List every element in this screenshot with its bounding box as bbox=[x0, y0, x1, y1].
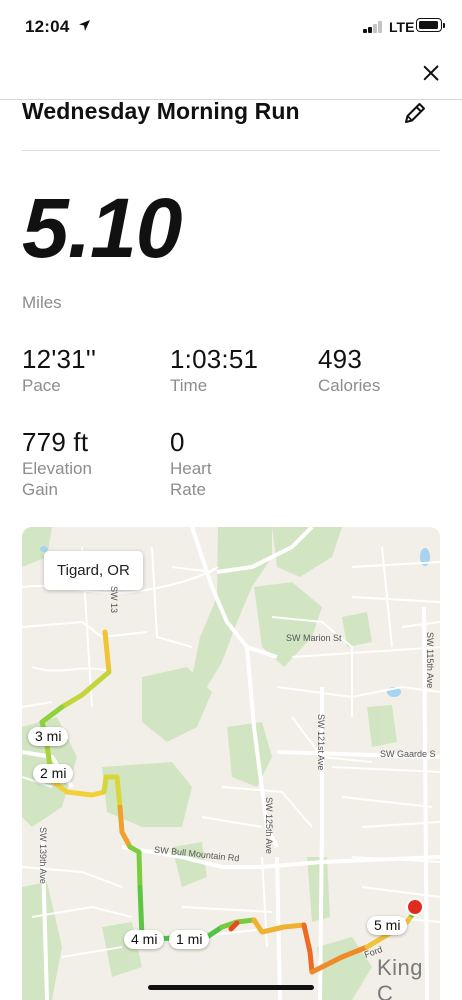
street-gaarde: SW Gaarde S bbox=[380, 749, 436, 759]
mile-marker-3: 3 mi bbox=[28, 727, 69, 746]
street-115th: SW 115th Ave bbox=[425, 632, 435, 689]
pace-label: Pace bbox=[22, 376, 61, 395]
street-125th: SW 125th Ave bbox=[264, 797, 274, 854]
network-type: LTE bbox=[389, 19, 415, 35]
mile-marker-2: 2 mi bbox=[33, 764, 74, 783]
status-bar: 12:04 LTE bbox=[0, 0, 462, 56]
elevation-label: Elevation Gain bbox=[22, 459, 92, 499]
map-place-tag: Tigard, OR bbox=[44, 551, 143, 590]
route-map[interactable]: Tigard, OR SW Marion St SW Gaarde S SW B… bbox=[22, 527, 440, 1000]
home-indicator[interactable] bbox=[148, 985, 314, 990]
status-time: 12:04 bbox=[25, 17, 70, 36]
battery-icon bbox=[416, 18, 445, 32]
cellular-signal-icon bbox=[363, 21, 385, 33]
park-areas bbox=[22, 527, 397, 1000]
mile-marker-4: 4 mi bbox=[124, 930, 165, 949]
mile-marker-1: 1 mi bbox=[169, 930, 210, 949]
elevation-value: 779 ft bbox=[22, 427, 89, 457]
close-button[interactable] bbox=[418, 60, 444, 86]
street-121st: SW 121st Ave bbox=[316, 714, 326, 771]
title-divider bbox=[22, 150, 440, 151]
distance-value: 5.10 bbox=[22, 181, 182, 275]
heart-rate-value: 0 bbox=[170, 427, 185, 457]
route-end-pin bbox=[406, 898, 424, 916]
activity-title: Wednesday Morning Run bbox=[22, 98, 300, 124]
street-139th: SW 139th Ave bbox=[38, 827, 48, 884]
street-13x: SW 13 bbox=[109, 586, 119, 614]
location-arrow-icon bbox=[79, 20, 90, 31]
pencil-icon[interactable] bbox=[400, 98, 430, 128]
distance-unit: Miles bbox=[22, 293, 62, 312]
mile-marker-5: 5 mi bbox=[367, 916, 408, 935]
time-value: 1:03:51 bbox=[170, 344, 259, 374]
calories-value: 493 bbox=[318, 344, 362, 374]
heart-rate-label: Heart Rate bbox=[170, 459, 212, 499]
map-city-label: King C bbox=[377, 955, 424, 1000]
pace-value: 12'31'' bbox=[22, 344, 97, 374]
run-route bbox=[39, 629, 418, 975]
street-marion: SW Marion St bbox=[286, 633, 342, 643]
time-label: Time bbox=[170, 376, 208, 395]
calories-label: Calories bbox=[318, 376, 381, 395]
